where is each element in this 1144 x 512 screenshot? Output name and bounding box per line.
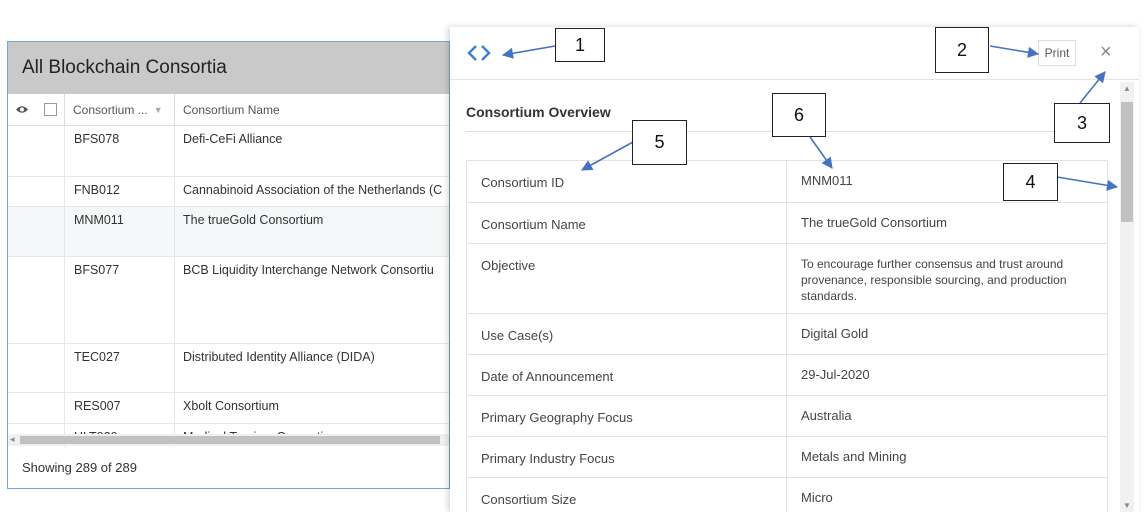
table-row: Primary Industry Focus Metals and Mining <box>467 437 1107 478</box>
cell-id: MNM011 <box>64 207 174 256</box>
callout-6: 6 <box>772 93 826 137</box>
field-label: Consortium ID <box>467 161 787 202</box>
field-value: Metals and Mining <box>801 449 907 464</box>
field-value: To encourage further consensus and trust… <box>801 257 1067 303</box>
detail-toolbar: Print × <box>450 27 1139 80</box>
field-value: The trueGold Consortium <box>801 215 947 230</box>
code-icon[interactable] <box>466 42 492 64</box>
table-row[interactable]: BFS077 BCB Liquidity Interchange Network… <box>8 257 449 344</box>
table-row[interactable]: TEC027 Distributed Identity Alliance (DI… <box>8 344 449 393</box>
table-row[interactable]: BFS078 Defi-CeFi Alliance <box>8 126 449 177</box>
column-label: Consortium Name <box>183 102 280 117</box>
callout-4: 4 <box>1003 163 1058 201</box>
overview-table: Consortium ID MNM011 Consortium Name The… <box>466 160 1108 512</box>
field-value: MNM011 <box>801 173 853 188</box>
cell-id: BFS078 <box>64 126 174 176</box>
grid-title: All Blockchain Consortia <box>8 42 449 94</box>
field-label: Date of Announcement <box>467 355 787 395</box>
select-all-checkbox[interactable] <box>36 103 64 116</box>
field-value: Micro <box>801 490 833 505</box>
cell-id: BFS077 <box>64 257 174 343</box>
callout-1: 1 <box>555 28 605 62</box>
field-label: Consortium Name <box>467 203 787 243</box>
column-consortium-id[interactable]: Consortium ... ▼ <box>64 94 174 125</box>
table-row[interactable]: RES007 Xbolt Consortium <box>8 393 449 424</box>
cell-name: Xbolt Consortium <box>174 393 449 423</box>
scrollbar-thumb[interactable] <box>1121 102 1133 222</box>
horizontal-scrollbar[interactable]: ◂ <box>8 434 449 446</box>
table-row: Use Case(s) Digital Gold <box>467 314 1107 355</box>
scrollbar-thumb[interactable] <box>20 436 440 444</box>
callout-3: 3 <box>1054 103 1110 143</box>
cell-name: Distributed Identity Alliance (DIDA) <box>174 344 449 392</box>
scroll-up-icon[interactable]: ▲ <box>1123 84 1131 93</box>
print-button[interactable]: Print <box>1038 40 1076 66</box>
table-row: Objective To encourage further consensus… <box>467 244 1107 314</box>
grid-footer-count: Showing 289 of 289 <box>8 447 449 488</box>
consortia-grid: All Blockchain Consortia Consortium ... … <box>7 41 450 489</box>
callout-2: 2 <box>935 27 989 73</box>
scroll-down-icon[interactable]: ▼ <box>1123 501 1131 510</box>
scroll-left-icon[interactable]: ◂ <box>10 434 15 445</box>
table-row: Consortium Name The trueGold Consortium <box>467 203 1107 244</box>
cell-name: Cannabinoid Association of the Netherlan… <box>174 177 449 206</box>
table-row-selected[interactable]: MNM011 The trueGold Consortium <box>8 207 449 257</box>
section-title: Consortium Overview <box>466 104 611 120</box>
column-consortium-name[interactable]: Consortium Name <box>174 94 449 125</box>
table-row[interactable]: FNB012 Cannabinoid Association of the Ne… <box>8 177 449 207</box>
sort-caret-icon[interactable]: ▼ <box>154 105 163 115</box>
field-value: 29-Jul-2020 <box>801 367 870 382</box>
eye-icon[interactable] <box>8 103 36 117</box>
cell-id: RES007 <box>64 393 174 423</box>
callout-5: 5 <box>632 120 687 165</box>
cell-id: TEC027 <box>64 344 174 392</box>
grid-rows: BFS078 Defi-CeFi Alliance FNB012 Cannabi… <box>8 126 449 455</box>
cell-id: FNB012 <box>64 177 174 206</box>
field-label: Consortium Size <box>467 478 787 512</box>
table-row: Consortium Size Micro <box>467 478 1107 512</box>
table-row: Date of Announcement 29-Jul-2020 <box>467 355 1107 396</box>
field-label: Objective <box>467 244 787 313</box>
vertical-scrollbar[interactable]: ▲ ▼ <box>1120 82 1134 512</box>
field-value: Digital Gold <box>801 326 869 341</box>
table-row: Primary Geography Focus Australia <box>467 396 1107 437</box>
cell-name: Defi-CeFi Alliance <box>174 126 449 176</box>
field-label: Primary Geography Focus <box>467 396 787 436</box>
column-label: Consortium ... <box>73 102 148 117</box>
field-label: Primary Industry Focus <box>467 437 787 477</box>
field-label: Use Case(s) <box>467 314 787 354</box>
close-icon[interactable]: × <box>1100 41 1112 64</box>
cell-name: BCB Liquidity Interchange Network Consor… <box>174 257 449 343</box>
column-header-row: Consortium ... ▼ Consortium Name <box>8 94 449 126</box>
cell-name: The trueGold Consortium <box>174 207 449 256</box>
field-value: Australia <box>801 408 852 423</box>
